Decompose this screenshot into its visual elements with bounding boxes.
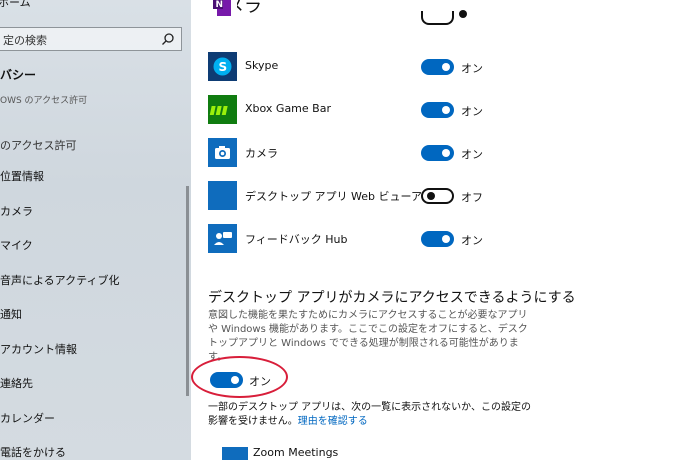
sidebar-section-label-2: のアクセス許可 bbox=[0, 139, 77, 152]
feedback-hub-toggle[interactable] bbox=[421, 231, 454, 247]
sidebar-item-notifications[interactable]: 通知 bbox=[0, 306, 22, 322]
desktop-apps-note: 一部のデスクトップ アプリは、次の一覧に表示されないか、この設定の影響を受けませ… bbox=[208, 401, 538, 429]
toggle-knob bbox=[442, 63, 450, 71]
app-row-feedback-hub: フィードバック Hub オン bbox=[208, 224, 498, 254]
sidebar-item-microphone[interactable]: マイク bbox=[0, 237, 33, 253]
xbox-game-bar-icon bbox=[208, 95, 237, 124]
app-row-skype: S Skype オン bbox=[208, 52, 498, 82]
sidebar-heading: バシー bbox=[0, 68, 37, 82]
app-name: Zoom Meetings bbox=[253, 446, 339, 459]
app-name: Xbox Game Bar bbox=[245, 102, 331, 115]
note-text: 一部のデスクトップ アプリは、次の一覧に表示されないか、この設定の影響を受けませ… bbox=[208, 402, 531, 427]
camera-app-icon bbox=[208, 138, 237, 167]
xbox-game-bar-toggle[interactable] bbox=[421, 102, 454, 118]
app-row-xbox-game-bar: Xbox Game Bar オン bbox=[208, 95, 498, 125]
camera-app-toggle[interactable] bbox=[421, 145, 454, 161]
skype-icon: S bbox=[208, 52, 237, 81]
toggle-state: オン bbox=[461, 148, 483, 161]
toggle-knob bbox=[442, 106, 450, 114]
app-name: Skype bbox=[245, 59, 279, 72]
onenote-icon: N bbox=[208, 0, 237, 22]
toggle-state: オフ bbox=[461, 191, 483, 204]
sidebar-item-camera[interactable]: カメラ bbox=[0, 203, 33, 219]
sidebar-section-label: OWS のアクセス許可 bbox=[0, 96, 88, 106]
toggle-state: オン bbox=[249, 375, 271, 388]
desktop-web-viewer-icon bbox=[208, 181, 237, 210]
toggle-state: オン bbox=[461, 105, 483, 118]
feedback-hub-icon bbox=[208, 224, 237, 253]
toggle-knob bbox=[442, 235, 450, 243]
toggle-knob bbox=[427, 192, 435, 200]
svg-text:N: N bbox=[216, 0, 224, 10]
settings-sidebar: ホーム 定の検索 バシー OWS のアクセス許可 のアクセス許可 位置情報 カメ… bbox=[0, 0, 191, 460]
search-icon[interactable] bbox=[161, 32, 175, 46]
sidebar-item-contacts[interactable]: 連絡先 bbox=[0, 375, 33, 391]
main-content: カメラ N S Skype オン Xbox Game Bar オン bbox=[191, 0, 691, 460]
toggle-partial[interactable] bbox=[421, 11, 454, 25]
sidebar-item-phone-calls[interactable]: 電話をかける bbox=[0, 444, 66, 460]
toggle-knob bbox=[231, 376, 239, 384]
desktop-apps-toggle-row: オン bbox=[208, 372, 328, 392]
sidebar-item-voice-activation[interactable]: 音声によるアクティブ化 bbox=[0, 272, 119, 288]
toggle-state: オン bbox=[461, 62, 483, 75]
sidebar-item-location[interactable]: 位置情報 bbox=[0, 168, 44, 184]
toggle-state: オン bbox=[461, 234, 483, 247]
learn-why-link[interactable]: 理由を確認する bbox=[298, 416, 368, 427]
desktop-apps-camera-toggle[interactable] bbox=[210, 372, 243, 388]
skype-toggle[interactable] bbox=[421, 59, 454, 75]
zoom-icon bbox=[222, 447, 248, 460]
desktop-apps-section-title: デスクトップ アプリがカメラにアクセスできるようにする bbox=[208, 290, 576, 306]
search-placeholder: 定の検索 bbox=[3, 34, 47, 47]
app-name: カメラ bbox=[245, 147, 278, 160]
app-name: フィードバック Hub bbox=[245, 233, 348, 246]
app-name: デスクトップ アプリ Web ビューアー bbox=[245, 190, 433, 203]
toggle-knob-partial bbox=[459, 10, 467, 18]
app-row-camera: カメラ オン bbox=[208, 138, 498, 168]
app-row-zoom: Zoom Meetings bbox=[222, 444, 422, 460]
toggle-knob bbox=[442, 149, 450, 157]
sidebar-scrollbar[interactable] bbox=[186, 186, 189, 396]
app-row-desktop-web-viewer: デスクトップ アプリ Web ビューアー オフ bbox=[208, 181, 498, 211]
sidebar-item-calendar[interactable]: カレンダー bbox=[0, 410, 55, 426]
sidebar-home[interactable]: ホーム bbox=[0, 0, 31, 10]
sidebar-item-account-info[interactable]: アカウント情報 bbox=[0, 341, 77, 357]
search-input[interactable]: 定の検索 bbox=[0, 27, 182, 51]
desktop-web-viewer-toggle[interactable] bbox=[421, 188, 454, 204]
svg-text:S: S bbox=[219, 60, 228, 74]
